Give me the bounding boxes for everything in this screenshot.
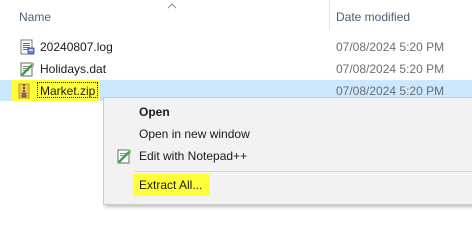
notepadpp-icon [117, 149, 131, 164]
chevron-up-icon [167, 3, 177, 9]
file-name[interactable]: Holidays.dat [40, 62, 106, 76]
notepad-file-icon [20, 62, 34, 77]
column-divider[interactable] [329, 0, 330, 30]
menu-item-label: Extract All... [139, 178, 203, 192]
menu-item-label: Open in new window [139, 127, 250, 141]
file-name[interactable]: Market.zip [40, 84, 95, 98]
context-menu: Open Open in new window Edit with Notepa… [103, 97, 472, 205]
column-header: Name Date modified [0, 0, 472, 30]
menu-item-open[interactable]: Open [104, 101, 472, 123]
file-date: 07/08/2024 5:20 PM [336, 40, 445, 54]
menu-item-label: Edit with Notepad++ [139, 149, 248, 163]
menu-item-edit-with-notepadpp[interactable]: Edit with Notepad++ [104, 145, 472, 167]
file-name[interactable]: 20240807.log [40, 40, 113, 54]
menu-separator [134, 171, 472, 172]
file-row-20240807-log[interactable]: 20240807.log 07/08/2024 5:20 PM [0, 36, 472, 57]
file-date: 07/08/2024 5:20 PM [336, 62, 445, 76]
menu-item-extract-all[interactable]: Extract All... [104, 174, 472, 196]
log-file-icon [20, 39, 35, 55]
date-modified-column-header[interactable]: Date modified [336, 10, 410, 24]
zip-folder-icon [18, 83, 30, 99]
file-explorer-view: Name Date modified 20240807.log 07/08/20… [0, 0, 472, 205]
menu-item-open-in-new-window[interactable]: Open in new window [104, 123, 472, 145]
file-row-holidays-dat[interactable]: Holidays.dat 07/08/2024 5:20 PM [0, 58, 472, 79]
file-date: 07/08/2024 5:20 PM [336, 84, 445, 98]
name-column-header[interactable]: Name [19, 10, 51, 24]
menu-item-label: Open [139, 105, 170, 119]
